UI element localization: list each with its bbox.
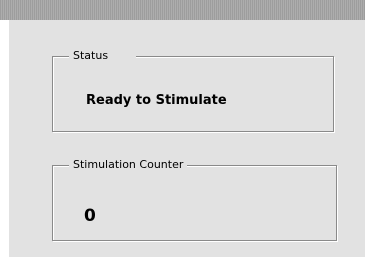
- main-panel: Status Ready to Stimulate Stimulation Co…: [9, 20, 365, 257]
- status-text: Ready to Stimulate: [86, 93, 227, 108]
- stimulation-counter-groupbox: Stimulation Counter 0: [52, 157, 337, 241]
- stimulation-counter-label: Stimulation Counter: [69, 157, 188, 173]
- status-groupbox-label: Status: [69, 48, 137, 64]
- title-bar[interactable]: [0, 0, 365, 20]
- status-groupbox: Status Ready to Stimulate: [52, 48, 334, 132]
- app-window: Status Ready to Stimulate Stimulation Co…: [0, 0, 365, 257]
- stimulation-counter-value: 0: [84, 206, 96, 226]
